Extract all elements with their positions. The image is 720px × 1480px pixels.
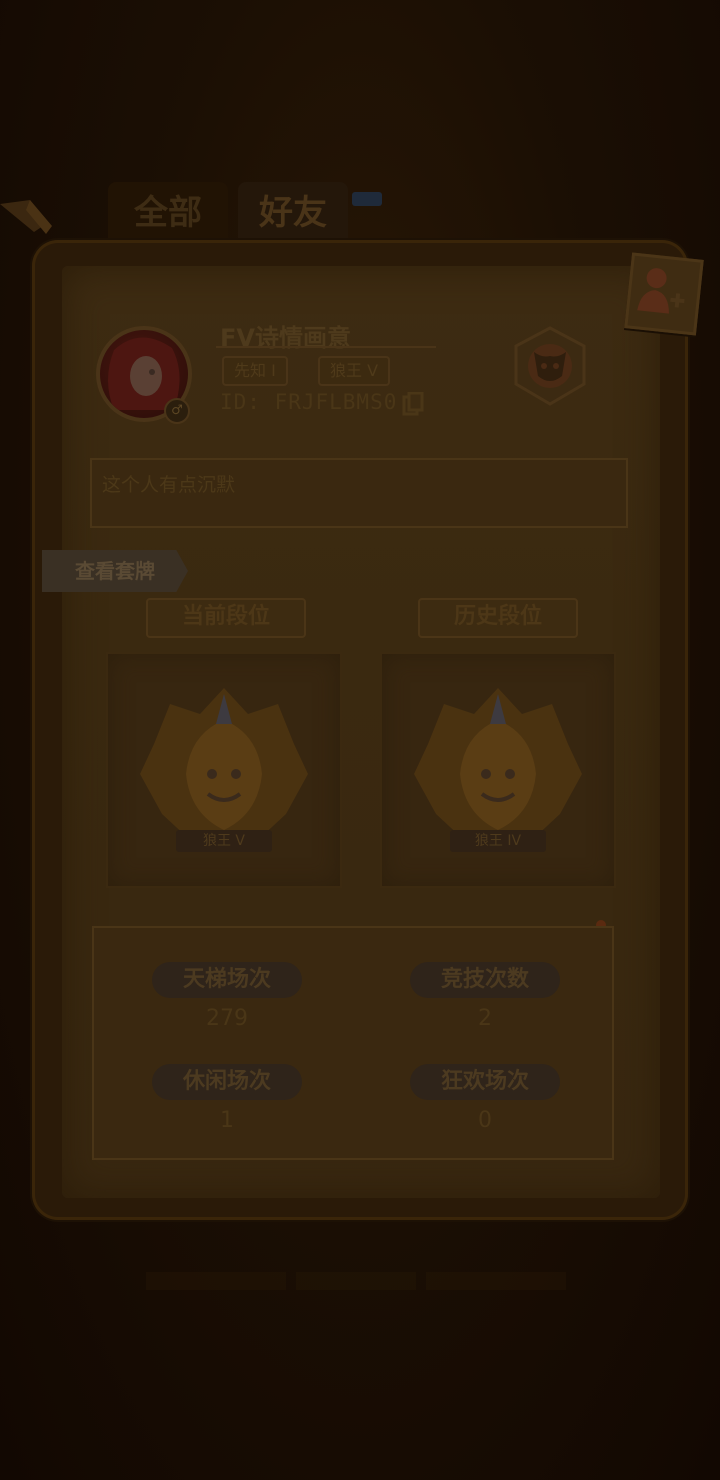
stat-label-competitive: 竞技次数 (410, 962, 560, 998)
current-rank-label: 狼王 V (176, 830, 272, 852)
gender-icon: ♂ (164, 398, 190, 424)
rank-emblem-icon[interactable] (512, 326, 588, 406)
add-friend-icon (637, 268, 685, 314)
history-rank-panel[interactable]: 狼王 IV (380, 652, 616, 888)
stat-label-casual: 休闲场次 (152, 1064, 302, 1100)
stat-value-competitive: 2 (478, 1006, 492, 1031)
current-rank-title: 当前段位 (146, 598, 306, 638)
stat-value-carnival: 0 (478, 1108, 492, 1133)
history-rank-title: 历史段位 (418, 598, 578, 638)
current-rank-panel[interactable]: 狼王 V (106, 652, 342, 888)
name-divider (216, 346, 436, 348)
title-badge: 先知 I (222, 356, 288, 386)
stat-value-casual: 1 (220, 1108, 234, 1133)
stat-label-carnival: 狂欢场次 (410, 1064, 560, 1100)
copy-icon[interactable] (402, 392, 424, 418)
player-id: ID: FRJFLBMS0 (220, 390, 398, 414)
bottom-decoration (146, 1272, 566, 1290)
tab-all[interactable]: 全部 (108, 182, 228, 244)
stat-label-ladder: 天梯场次 (152, 962, 302, 998)
history-rank-label: 狼王 IV (450, 830, 546, 852)
signature-box[interactable]: 这个人有点沉默 (90, 458, 628, 528)
tab-friends[interactable]: 好友 (238, 182, 348, 244)
view-cards-button[interactable]: 查看套牌 (42, 550, 188, 592)
tab-new-badge (352, 192, 382, 206)
stats-box: 天梯场次 279 竞技次数 2 休闲场次 1 狂欢场次 0 (92, 926, 614, 1160)
rank-badge: 狼王 V (318, 356, 391, 386)
add-friend-button[interactable] (624, 252, 704, 336)
stat-value-ladder: 279 (206, 1006, 248, 1031)
